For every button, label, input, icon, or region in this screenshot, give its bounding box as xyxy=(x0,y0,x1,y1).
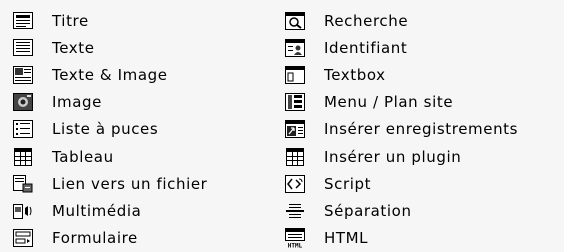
item-label: Formulaire xyxy=(52,229,138,248)
title-icon xyxy=(12,11,34,31)
item-inserer-enregistrements[interactable]: Insérer enregistrements xyxy=(284,116,518,143)
item-lien-fichier[interactable]: Lien vers un fichier xyxy=(12,170,207,197)
right-column: Recherche Identifiant Textbox Menu / Pla… xyxy=(284,7,518,252)
left-column: Titre Texte Texte & Image Image Liste à … xyxy=(12,7,207,252)
item-label: Menu / Plan site xyxy=(324,93,454,112)
item-texte[interactable]: Texte xyxy=(12,34,207,61)
plugin-icon xyxy=(284,147,306,167)
item-label: Insérer un plugin xyxy=(324,147,462,166)
multimedia-icon xyxy=(12,201,34,221)
svg-text:HTML: HTML xyxy=(288,243,303,249)
file-link-icon xyxy=(12,174,34,194)
item-label: Tableau xyxy=(52,147,114,166)
item-multimedia[interactable]: Multimédia xyxy=(12,197,207,224)
item-html[interactable]: HTML HTML xyxy=(284,225,518,252)
item-label: Lien vers un fichier xyxy=(52,174,208,193)
item-label: Séparation xyxy=(324,201,412,220)
separator-icon xyxy=(284,201,306,221)
textbox-icon xyxy=(284,65,306,85)
text-image-icon xyxy=(12,65,34,85)
item-label: Textbox xyxy=(324,65,386,84)
form-icon xyxy=(12,228,34,248)
html-icon: HTML xyxy=(284,228,306,248)
item-inserer-plugin[interactable]: Insérer un plugin xyxy=(284,143,518,170)
item-image[interactable]: Image xyxy=(12,89,207,116)
text-icon xyxy=(12,38,34,58)
item-titre[interactable]: Titre xyxy=(12,7,207,34)
item-label: Titre xyxy=(52,11,89,30)
item-textbox[interactable]: Textbox xyxy=(284,61,518,88)
item-label: Multimédia xyxy=(52,201,142,220)
item-menu-plan-site[interactable]: Menu / Plan site xyxy=(284,89,518,116)
item-liste-a-puces[interactable]: Liste à puces xyxy=(12,116,207,143)
item-separation[interactable]: Séparation xyxy=(284,197,518,224)
bullet-list-icon xyxy=(12,119,34,139)
item-recherche[interactable]: Recherche xyxy=(284,7,518,34)
item-label: Texte & Image xyxy=(52,65,168,84)
item-label: Liste à puces xyxy=(52,120,159,139)
item-label: Texte xyxy=(52,38,95,57)
content-type-panel: Titre Texte Texte & Image Image Liste à … xyxy=(0,0,564,248)
item-label: Recherche xyxy=(324,11,409,30)
item-script[interactable]: Script xyxy=(284,170,518,197)
sitemap-icon xyxy=(284,92,306,112)
search-icon xyxy=(284,11,306,31)
table-icon xyxy=(12,147,34,167)
item-label: Insérer enregistrements xyxy=(324,120,519,139)
item-label: Script xyxy=(324,174,372,193)
item-tableau[interactable]: Tableau xyxy=(12,143,207,170)
item-label: HTML xyxy=(324,229,369,248)
insert-records-icon xyxy=(284,119,306,139)
image-icon xyxy=(12,92,34,112)
login-icon xyxy=(284,38,306,58)
script-icon xyxy=(284,174,306,194)
item-label: Identifiant xyxy=(324,38,408,57)
item-texte-image[interactable]: Texte & Image xyxy=(12,61,207,88)
item-identifiant[interactable]: Identifiant xyxy=(284,34,518,61)
item-label: Image xyxy=(52,93,102,112)
item-formulaire[interactable]: Formulaire xyxy=(12,225,207,252)
